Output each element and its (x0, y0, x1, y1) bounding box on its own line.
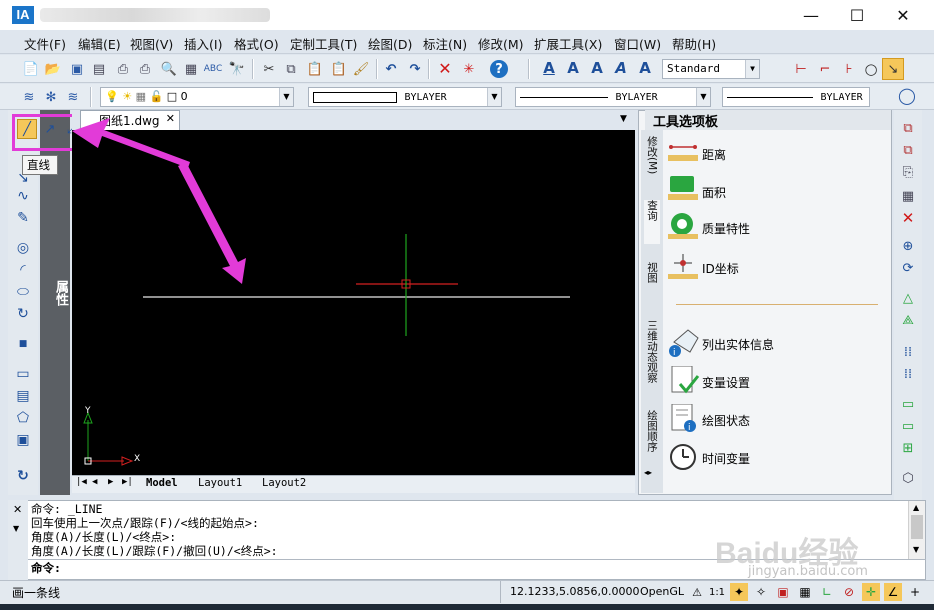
mirror-icon[interactable]: ⧉ (897, 140, 919, 160)
break-icon[interactable]: ▭ (897, 394, 919, 414)
id-point-icon (668, 254, 698, 279)
rotate-icon[interactable]: ⟳ (897, 258, 919, 278)
command-history-line: 命令: _LINE (31, 502, 103, 516)
chamfer-icon[interactable]: ⊞ (897, 438, 919, 458)
clock-icon (670, 444, 696, 470)
palette-item-label: 时间变量 (702, 452, 751, 466)
palette-item-setvar[interactable]: 变量设置 (668, 365, 888, 396)
scroll-down-icon[interactable]: ▼ (913, 545, 919, 554)
tab-model[interactable]: Model (146, 477, 178, 489)
renderer-label[interactable]: OpenGL (640, 585, 684, 598)
arrow-to-tools (72, 118, 190, 168)
extend-icon[interactable]: ⁞⁞ (897, 364, 919, 384)
tool-palette-title: 工具选项板 (645, 110, 891, 130)
osnap-icon[interactable]: ✛ (862, 583, 880, 601)
status-bar: 画一条线 12.1233,5.0856,0.0000 OpenGL (0, 580, 934, 604)
palette-divider (676, 304, 878, 305)
command-options-icon[interactable]: ▼ (13, 524, 19, 533)
tab-draw-order[interactable]: 绘图顺序 (644, 410, 660, 452)
palette-item-time[interactable]: 时间变量 (668, 442, 888, 472)
offset-icon[interactable]: ⎘ (897, 162, 919, 182)
palette-item-label: 距离 (702, 148, 727, 162)
distance-icon (668, 145, 698, 161)
command-window-handle: ✕ ▼ (8, 500, 28, 580)
palette-item-area[interactable]: 面积 (668, 176, 888, 206)
command-history-line: 角度(A)/长度(L)/跟踪(F)/撤回(U)/<终点>: (31, 544, 278, 558)
tab-view[interactable]: 视图 (644, 262, 660, 283)
delete-icon[interactable]: ✕ (897, 208, 919, 228)
stretch-icon[interactable]: ⟁ (897, 310, 919, 330)
palette-item-label: 变量设置 (702, 376, 751, 390)
dynamic-input-icon[interactable]: + (906, 583, 924, 601)
baidu-watermark-url: jingyan.baidu.com (748, 564, 868, 579)
copy-object-icon[interactable]: ⧉ (897, 118, 919, 138)
command-prompt[interactable]: 命令: (31, 562, 61, 575)
scroll-thumb[interactable] (911, 515, 923, 539)
ortho-icon[interactable]: ∟ (818, 583, 836, 601)
grid-icon[interactable]: ▦ (796, 583, 814, 601)
move-icon[interactable]: ⊕ (897, 236, 919, 256)
trim-icon[interactable]: ⁞⁞ (897, 342, 919, 362)
command-scrollbar[interactable]: ▲ ▼ (908, 501, 925, 559)
scroll-up-icon[interactable]: ▲ (913, 503, 919, 512)
next-layout-icon[interactable]: ▶ (108, 477, 113, 487)
palette-item-distance[interactable]: 距离 (668, 138, 888, 168)
palette-item-label: ID坐标 (702, 262, 739, 276)
scale-icon[interactable]: △ (897, 288, 919, 308)
svg-text:i: i (688, 423, 691, 433)
polar-icon[interactable]: ⊘ (840, 583, 858, 601)
tabs-scroll-icon[interactable]: ◂▸ (644, 468, 652, 477)
explode-icon[interactable]: ⬡ (897, 468, 919, 488)
close-command-icon[interactable]: ✕ (13, 503, 22, 516)
palette-item-label: 列出实体信息 (702, 338, 775, 352)
modify-toolbar: ⧉ ⧉ ⎘ ▦ ✕ ⊕ ⟳ △ ⟁ ⁞⁞ ⁞⁞ ▭ ▭ ⊞ ⬡ (894, 110, 922, 500)
arrow-to-canvas (178, 162, 246, 284)
drawing-status-icon: i (671, 403, 696, 433)
prev-layout-icon[interactable]: ◀ (92, 477, 97, 487)
command-history-line: 角度(A)/长度(L)/<终点>: (31, 530, 177, 544)
annotation-visibility-icon[interactable]: ✦ (730, 583, 748, 601)
command-history-line: 回车使用上一次点/跟踪(F)/<线的起始点>: (31, 516, 259, 530)
coordinate-readout[interactable]: 12.1233,5.0856,0.0000 (510, 585, 639, 598)
tab-layout2[interactable]: Layout2 (262, 477, 306, 489)
snap-mode-icon[interactable]: ▣ (774, 583, 792, 601)
svg-text:i: i (673, 348, 676, 358)
otrack-icon[interactable]: ∠ (884, 583, 902, 601)
last-layout-icon[interactable]: ▶| (122, 477, 133, 487)
palette-item-label: 绘图状态 (702, 414, 751, 428)
first-layout-icon[interactable]: |◀ (76, 477, 87, 487)
layout-tab-bar: |◀ ◀ ▶ ▶| Model Layout1 Layout2 (72, 475, 635, 493)
annotation-scale-icon[interactable]: ⚠ (688, 583, 706, 601)
tab-layout1[interactable]: Layout1 (198, 477, 242, 489)
palette-item-status[interactable]: i 绘图状态 (668, 403, 888, 434)
mass-properties-icon (668, 213, 698, 239)
array-icon[interactable]: ▦ (897, 186, 919, 206)
palette-item-mass-properties[interactable]: 质量特性 (668, 212, 888, 242)
tab-modify[interactable]: 修改(M) (644, 136, 660, 174)
taskbar-strip (0, 604, 934, 610)
list-entity-icon: i (669, 329, 699, 358)
status-message: 画一条线 (12, 586, 61, 600)
set-variable-icon (671, 365, 700, 394)
palette-item-id-point[interactable]: ID坐标 (668, 252, 888, 282)
auto-scale-icon[interactable]: ✧ (752, 583, 770, 601)
palette-item-label: 面积 (702, 186, 727, 200)
annotation-scale-value[interactable]: 1:1 (706, 583, 728, 601)
status-separator (500, 581, 501, 603)
palette-item-label: 质量特性 (702, 222, 751, 236)
palette-item-list[interactable]: i 列出实体信息 (668, 328, 888, 358)
tab-3d-orbit[interactable]: 三维动态观察 (644, 320, 660, 383)
join-icon[interactable]: ▭ (897, 416, 919, 436)
area-icon (668, 176, 698, 200)
tab-query[interactable]: 查询 (644, 200, 660, 244)
